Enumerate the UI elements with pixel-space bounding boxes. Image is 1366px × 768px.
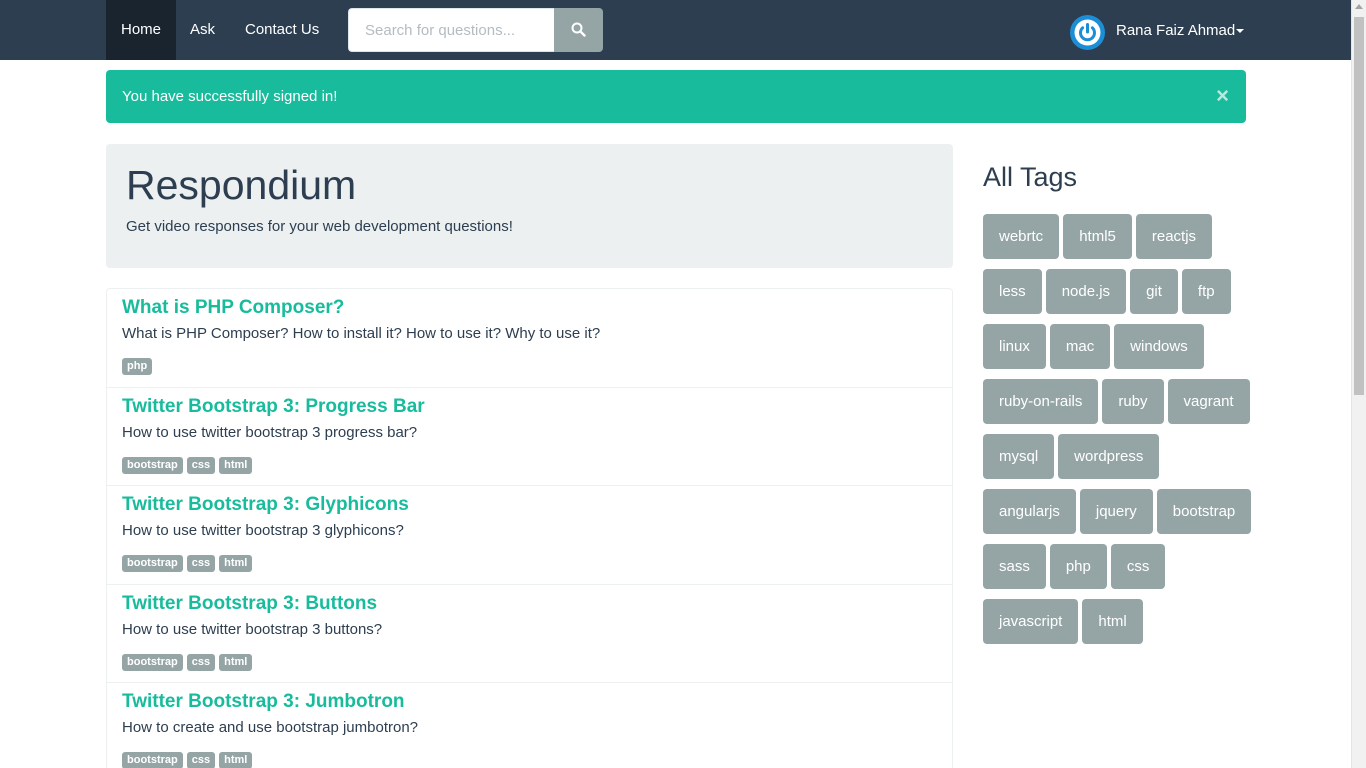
question-tag[interactable]: css — [186, 555, 216, 572]
tag-button[interactable]: bootstrap — [1156, 489, 1252, 534]
question-item: Twitter Bootstrap 3: Buttons How to use … — [107, 585, 952, 683]
search-button[interactable] — [554, 8, 603, 52]
search-input[interactable] — [348, 8, 554, 52]
question-tag[interactable]: html — [219, 752, 253, 768]
question-description: How to use twitter bootstrap 3 progress … — [122, 424, 418, 441]
question-description: How to create and use bootstrap jumbotro… — [122, 719, 419, 736]
tag-button[interactable]: javascript — [983, 599, 1079, 644]
scrollbar-thumb[interactable] — [1354, 17, 1364, 395]
nav-contact-link[interactable]: Contact Us — [245, 0, 319, 60]
tag-button[interactable]: node.js — [1045, 269, 1127, 314]
question-tags: bootstrap css html — [122, 457, 256, 475]
page-title: Respondium — [126, 162, 357, 208]
all-tags-heading: All Tags — [983, 162, 1078, 192]
question-tag[interactable]: bootstrap — [122, 555, 183, 572]
question-title-link[interactable]: Twitter Bootstrap 3: Glyphicons — [122, 494, 409, 516]
question-description: What is PHP Composer? How to install it?… — [122, 325, 601, 342]
close-icon[interactable]: × — [1216, 84, 1229, 108]
caret-down-icon — [1236, 29, 1244, 33]
tag-button[interactable]: html — [1082, 599, 1143, 644]
question-tags: bootstrap css html — [122, 654, 256, 672]
avatar — [1070, 15, 1105, 50]
tag-button[interactable]: reactjs — [1135, 214, 1213, 259]
question-title-link[interactable]: What is PHP Composer? — [122, 297, 344, 319]
tag-button[interactable]: less — [983, 269, 1042, 314]
tag-button[interactable]: ruby — [1102, 379, 1164, 424]
success-alert: You have successfully signed in! × — [106, 70, 1246, 123]
question-item: Twitter Bootstrap 3: Progress Bar How to… — [107, 388, 952, 486]
question-tags: php — [122, 358, 156, 376]
question-list: What is PHP Composer? What is PHP Compos… — [106, 288, 953, 768]
question-item: What is PHP Composer? What is PHP Compos… — [107, 289, 952, 388]
question-title-link[interactable]: Twitter Bootstrap 3: Jumbotron — [122, 691, 405, 713]
question-tag[interactable]: css — [186, 654, 216, 671]
question-description: How to use twitter bootstrap 3 buttons? — [122, 621, 383, 638]
question-tag[interactable]: html — [219, 555, 253, 572]
tag-button[interactable]: jquery — [1079, 489, 1153, 534]
nav-home-link[interactable]: Home — [106, 0, 176, 60]
question-tag[interactable]: css — [186, 752, 216, 768]
search-icon — [571, 22, 586, 37]
tag-button[interactable]: windows — [1114, 324, 1204, 369]
jumbotron: Respondium Get video responses for your … — [106, 144, 953, 268]
question-description: How to use twitter bootstrap 3 glyphicon… — [122, 522, 404, 539]
question-tag[interactable]: html — [219, 654, 253, 671]
power-icon — [1074, 19, 1101, 46]
page-scrollbar[interactable] — [1351, 0, 1366, 768]
question-title-link[interactable]: Twitter Bootstrap 3: Buttons — [122, 593, 377, 615]
tag-button[interactable]: angularjs — [983, 489, 1076, 534]
tag-button[interactable]: git — [1130, 269, 1178, 314]
tag-button[interactable]: vagrant — [1167, 379, 1250, 424]
alert-message: You have successfully signed in! — [122, 88, 338, 105]
tag-button[interactable]: ftp — [1181, 269, 1231, 314]
question-item: Twitter Bootstrap 3: Glyphicons How to u… — [107, 486, 952, 585]
navbar: Home Ask Contact Us Rana Faiz Ahmad — [0, 0, 1351, 60]
question-item: Twitter Bootstrap 3: Jumbotron How to cr… — [107, 683, 952, 768]
question-tags: bootstrap css html — [122, 752, 256, 768]
scroll-up-arrow-icon[interactable] — [1355, 4, 1363, 9]
tag-button[interactable]: mac — [1049, 324, 1111, 369]
tag-button[interactable]: linux — [983, 324, 1046, 369]
question-tag[interactable]: html — [219, 457, 253, 474]
question-title-link[interactable]: Twitter Bootstrap 3: Progress Bar — [122, 396, 425, 418]
tag-button[interactable]: sass — [983, 544, 1046, 589]
user-name: Rana Faiz Ahmad — [1116, 22, 1236, 39]
tag-button[interactable]: mysql — [983, 434, 1055, 479]
question-tag[interactable]: bootstrap — [122, 752, 183, 768]
tag-button[interactable]: css — [1110, 544, 1166, 589]
tag-button[interactable]: wordpress — [1058, 434, 1160, 479]
question-tag[interactable]: bootstrap — [122, 457, 183, 474]
tag-button[interactable]: webrtc — [983, 214, 1060, 259]
tag-button[interactable]: html5 — [1063, 214, 1132, 259]
tag-cloud: webrtc html5 reactjs less node.js git ftp linux… — [983, 214, 1258, 654]
tag-button[interactable]: php — [1049, 544, 1107, 589]
page-subtitle: Get video responses for your web develop… — [126, 218, 513, 235]
tag-button[interactable]: ruby-on-rails — [983, 379, 1099, 424]
question-tag[interactable]: css — [186, 457, 216, 474]
question-tags: bootstrap css html — [122, 555, 256, 573]
question-tag[interactable]: php — [122, 358, 153, 375]
question-tag[interactable]: bootstrap — [122, 654, 183, 671]
nav-ask-link[interactable]: Ask — [190, 0, 215, 60]
